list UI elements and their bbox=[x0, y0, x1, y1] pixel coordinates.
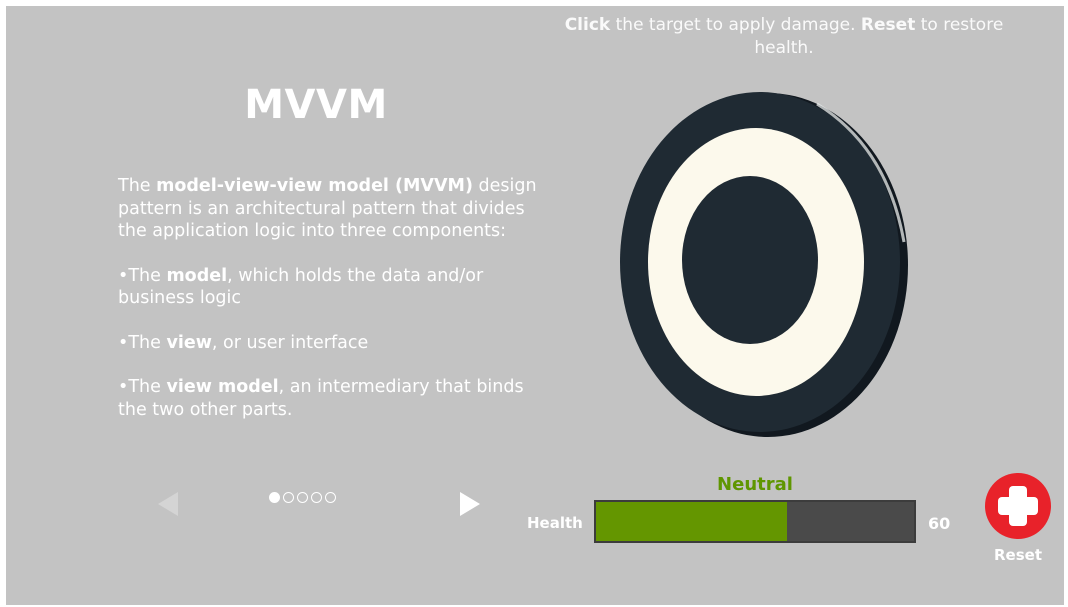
intro-pre: The bbox=[118, 176, 157, 196]
page-dot-1[interactable] bbox=[269, 492, 280, 503]
hint-click-word: Click bbox=[564, 15, 611, 35]
page-dot-4[interactable] bbox=[311, 492, 322, 503]
description: The model-view-view model (MVVM) design … bbox=[118, 175, 538, 443]
health-value: 60 bbox=[928, 514, 951, 533]
hint-text-1: the target to apply damage. bbox=[610, 15, 861, 35]
page-dot-3[interactable] bbox=[297, 492, 308, 503]
triangle-left-icon bbox=[158, 492, 178, 516]
health-status-label: Neutral bbox=[717, 474, 793, 495]
intro-paragraph: The model-view-view model (MVVM) design … bbox=[118, 175, 538, 243]
page-indicator bbox=[269, 492, 336, 503]
bullet-model: •The model, which holds the data and/or … bbox=[118, 265, 538, 310]
intro-bold: model-view-view model (MVVM) bbox=[156, 176, 473, 196]
bullet-view: •The view, or user interface bbox=[118, 332, 538, 355]
bullet-post: , or user interface bbox=[211, 332, 369, 353]
health-bar-fill bbox=[596, 502, 787, 541]
bullet-view-model: •The view model, an intermediary that bi… bbox=[118, 376, 538, 421]
red-cross-icon bbox=[985, 473, 1051, 539]
instruction-text: Click the target to apply damage. Reset … bbox=[564, 14, 1004, 60]
previous-page-button[interactable] bbox=[154, 489, 184, 519]
bullet-pre: •The bbox=[118, 265, 167, 286]
target-button[interactable] bbox=[612, 92, 912, 442]
bullet-bold: model bbox=[166, 265, 228, 286]
health-label: Health bbox=[527, 514, 583, 532]
bullet-bold: view bbox=[166, 332, 212, 353]
page-dot-5[interactable] bbox=[325, 492, 336, 503]
next-page-button[interactable] bbox=[454, 489, 484, 519]
health-bar bbox=[594, 500, 916, 543]
page-dot-2[interactable] bbox=[283, 492, 294, 503]
hint-reset-word: Reset bbox=[860, 15, 916, 35]
reset-button[interactable]: Reset bbox=[982, 470, 1054, 570]
reset-label: Reset bbox=[994, 546, 1042, 564]
bullet-pre: •The bbox=[118, 377, 167, 397]
bullseye-target-icon bbox=[620, 92, 908, 437]
panel-title: MVVM bbox=[244, 82, 388, 128]
bullet-bold: view model bbox=[166, 377, 279, 397]
game-scene: Click the target to apply damage. Reset … bbox=[6, 6, 1064, 605]
bullet-pre: •The bbox=[118, 332, 167, 353]
triangle-right-icon bbox=[460, 492, 480, 516]
